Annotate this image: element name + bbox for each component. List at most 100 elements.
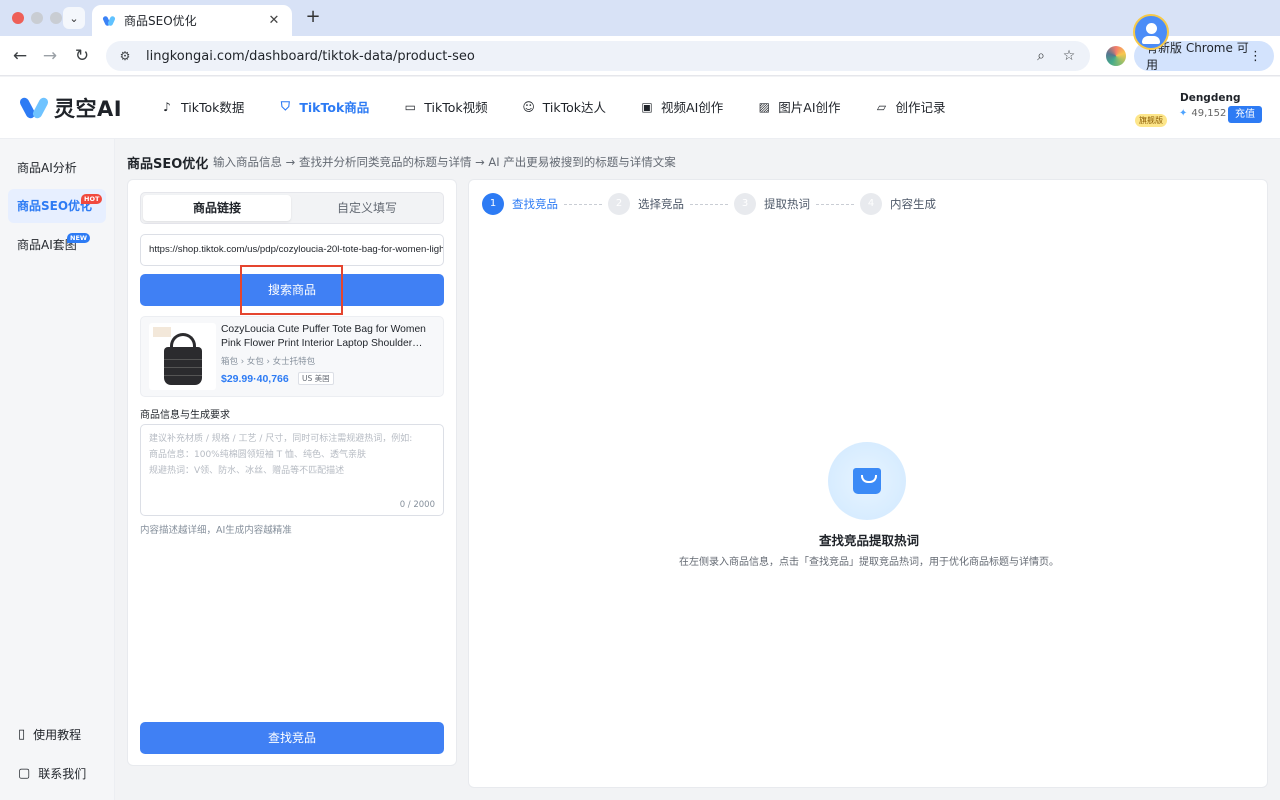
step-label: 选择竞品 [638, 197, 684, 211]
close-tab-icon[interactable]: ✕ [266, 13, 282, 28]
chat-icon: ▢ [18, 766, 31, 781]
tab-custom-input[interactable]: 自定义填写 [293, 195, 441, 221]
profile-avatar[interactable] [1106, 46, 1126, 66]
page-description: 输入商品信息 → 查找并分析同类竞品的标题与详情 → AI 产出更易被搜到的标题… [213, 155, 676, 169]
sidebar-footer-label: 联系我们 [38, 767, 87, 781]
user-avatar[interactable] [1133, 14, 1169, 50]
site-settings-icon[interactable]: ⚙ [116, 47, 134, 65]
empty-state-description: 在左侧录入商品信息，点击「查找竞品」提取竞品热词，用于优化商品标题与详情页。 [679, 557, 1059, 568]
sidebar-item-product-ai-images[interactable]: 商品AI套图 NEW [8, 228, 106, 262]
bag-quilting [164, 359, 202, 360]
step-number: 2 [608, 193, 630, 215]
nav-label: TikTok达人 [542, 100, 607, 115]
reload-button[interactable]: ↻ [70, 44, 94, 68]
nav-tiktok-data[interactable]: ♪ TikTok数据 [160, 97, 244, 116]
nav-label: 创作记录 [895, 100, 946, 115]
nav-creation-history[interactable]: ▱ 创作记录 [875, 97, 946, 116]
browser-tab-strip: ⌄ 商品SEO优化 ✕ + [0, 0, 1280, 36]
video-camera-icon: ▭ [404, 99, 416, 114]
address-bar[interactable]: ⚙ lingkongai.com/dashboard/tiktok-data/p… [106, 41, 1090, 71]
step-1: 1 查找竞品 [482, 193, 558, 215]
nav-video-ai[interactable]: ▣ 视频AI创作 [640, 97, 723, 116]
step-connector [564, 203, 602, 205]
logo[interactable]: 灵空AI [20, 93, 122, 123]
product-card[interactable]: CozyLoucia Cute Puffer Tote Bag for Wome… [140, 316, 444, 397]
forward-button[interactable]: → [38, 44, 62, 68]
step-label: 查找竞品 [512, 197, 558, 211]
logo-text: 灵空AI [54, 97, 123, 121]
browser-tab[interactable]: 商品SEO优化 ✕ [92, 5, 292, 36]
sidebar: 商品AI分析 商品SEO优化 HOT 商品AI套图 NEW ▯ 使用教程 ▢ 联… [0, 139, 115, 800]
tab-title: 商品SEO优化 [124, 14, 197, 28]
search-product-button[interactable]: 搜索商品 [140, 274, 444, 306]
credit-balance: ✦ 49,152 [1179, 108, 1226, 119]
product-url-input[interactable]: https://shop.tiktok.com/us/pdp/cozylouci… [140, 234, 444, 266]
input-mode-tabs: 商品链接 自定义填写 [140, 192, 444, 224]
book-icon: ▯ [18, 727, 26, 742]
requirements-label: 商品信息与生成要求 [140, 410, 230, 421]
tab-search-button[interactable]: ⌄ [63, 7, 85, 29]
find-competitors-button[interactable]: 查找竞品 [140, 722, 444, 754]
result-panel: 1 查找竞品 2 选择竞品 3 提取热词 4 内容生成 查找竞品提取热词 在左侧… [468, 179, 1268, 788]
minimize-window-button[interactable] [31, 12, 43, 24]
nav-tiktok-videos[interactable]: ▭ TikTok视频 [403, 97, 488, 116]
bookmark-star-icon[interactable]: ☆ [1058, 45, 1080, 67]
video-play-icon: ▣ [641, 99, 653, 114]
image-icon: ▨ [758, 99, 770, 114]
zoom-icon[interactable]: ⌕ [1030, 45, 1052, 67]
tote-bag-illustration [164, 347, 202, 385]
music-note-icon: ♪ [163, 99, 171, 114]
product-title: CozyLoucia Cute Puffer Tote Bag for Wome… [221, 324, 426, 349]
sidebar-footer-label: 使用教程 [33, 728, 82, 742]
close-window-button[interactable] [12, 12, 24, 24]
shopping-bag-icon: ⛉ [280, 99, 290, 113]
nav-tiktok-creators[interactable]: ☺ TikTok达人 [522, 97, 606, 116]
step-label: 提取热词 [764, 197, 810, 211]
site-favicon-icon [102, 14, 116, 28]
credit-value: 49,152 [1191, 108, 1227, 119]
nav-tiktok-products[interactable]: ⛉ TikTok商品 [278, 97, 369, 116]
user-name: Dengdeng [1180, 92, 1241, 104]
step-connector [816, 203, 854, 205]
sidebar-item-label: 商品AI分析 [17, 161, 77, 175]
nav-label: 图片AI创作 [778, 100, 841, 115]
url-text[interactable]: lingkongai.com/dashboard/tiktok-data/pro… [146, 49, 1024, 64]
step-number: 1 [482, 193, 504, 215]
step-4: 4 内容生成 [860, 193, 936, 215]
sidebar-tutorial-link[interactable]: ▯ 使用教程 [18, 726, 81, 743]
empty-state-illustration [828, 442, 906, 520]
back-button[interactable]: ← [8, 44, 32, 68]
browser-toolbar: ← → ↻ ⚙ lingkongai.com/dashboard/tiktok-… [0, 36, 1280, 76]
page-title: 商品SEO优化 [127, 157, 209, 172]
nav-label: TikTok视频 [424, 100, 488, 115]
sidebar-item-product-ai-analysis[interactable]: 商品AI分析 [8, 151, 106, 185]
requirements-hint: 内容描述越详细，AI生成内容越精准 [140, 525, 292, 536]
top-navigation: ♪ TikTok数据 ⛉ TikTok商品 ▭ TikTok视频 ☺ TikTo… [160, 97, 980, 116]
sidebar-contact-link[interactable]: ▢ 联系我们 [18, 765, 86, 782]
nav-image-ai[interactable]: ▨ 图片AI创作 [757, 97, 841, 116]
step-3: 3 提取热词 [734, 193, 810, 215]
character-counter: 0 / 2000 [399, 500, 435, 510]
user-icon-body [1142, 36, 1160, 44]
folder-icon: ▱ [876, 99, 887, 114]
step-label: 内容生成 [890, 197, 936, 211]
tab-product-link[interactable]: 商品链接 [143, 195, 291, 221]
more-menu-icon: ⋮ [1249, 48, 1262, 64]
users-icon: ☺ [522, 99, 535, 114]
step-number: 3 [734, 193, 756, 215]
requirements-textarea[interactable]: 建议补充材质 / 规格 / 工艺 / 尺寸，同时可标注需规避热词，例如: 商品信… [140, 424, 444, 516]
empty-state-title: 查找竞品提取热词 [818, 533, 919, 548]
sidebar-item-product-seo[interactable]: 商品SEO优化 HOT [8, 189, 106, 223]
maximize-window-button[interactable] [50, 12, 62, 24]
new-tab-button[interactable]: + [302, 7, 324, 29]
membership-tier-badge: 旗舰版 [1135, 114, 1167, 127]
requirements-placeholder: 建议补充材质 / 规格 / 工艺 / 尺寸，同时可标注需规避热词，例如: 商品信… [149, 434, 413, 476]
step-number: 4 [860, 193, 882, 215]
diamond-icon: ✦ [1179, 108, 1188, 119]
user-icon [1145, 23, 1157, 34]
app-header: 灵空AI ♪ TikTok数据 ⛉ TikTok商品 ▭ TikTok视频 ☺ … [0, 77, 1280, 139]
chevron-down-icon: ⌄ [69, 11, 79, 25]
input-panel: 商品链接 自定义填写 https://shop.tiktok.com/us/pd… [127, 179, 457, 766]
progress-steps: 1 查找竞品 2 选择竞品 3 提取热词 4 内容生成 [482, 193, 936, 215]
recharge-button[interactable]: 充值 [1228, 106, 1262, 123]
